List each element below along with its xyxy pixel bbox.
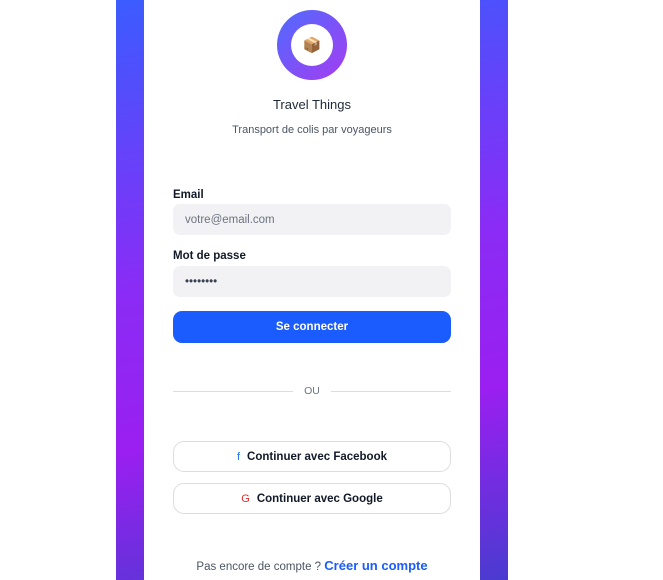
password-field[interactable] xyxy=(173,266,451,297)
email-label: Email xyxy=(173,189,204,201)
google-login-button[interactable]: G Continuer avec Google xyxy=(173,483,451,514)
divider-text: OU xyxy=(304,385,320,397)
divider-line-left xyxy=(173,391,293,392)
app-logo: 📦 xyxy=(277,10,347,80)
password-label: Mot de passe xyxy=(173,250,246,262)
create-account-link[interactable]: Créer un compte xyxy=(324,558,427,573)
google-icon: G xyxy=(241,492,250,505)
package-icon: 📦 xyxy=(302,37,322,54)
signup-prompt: Pas encore de compte ? Créer un compte xyxy=(144,558,480,573)
google-button-label: Continuer avec Google xyxy=(256,492,383,505)
email-field[interactable] xyxy=(173,204,451,235)
signup-prompt-text: Pas encore de compte ? xyxy=(196,561,322,573)
facebook-button-label: Continuer avec Facebook xyxy=(247,450,388,463)
divider-line-right xyxy=(331,391,451,392)
logo-inner: 📦 xyxy=(291,24,333,66)
login-button[interactable]: Se connecter xyxy=(173,311,451,343)
facebook-login-button[interactable]: f Continuer avec Facebook xyxy=(173,441,451,472)
app-subtitle: Transport de colis par voyageurs xyxy=(232,124,392,136)
app-title: Travel Things xyxy=(272,97,352,112)
facebook-icon: f xyxy=(236,450,241,463)
